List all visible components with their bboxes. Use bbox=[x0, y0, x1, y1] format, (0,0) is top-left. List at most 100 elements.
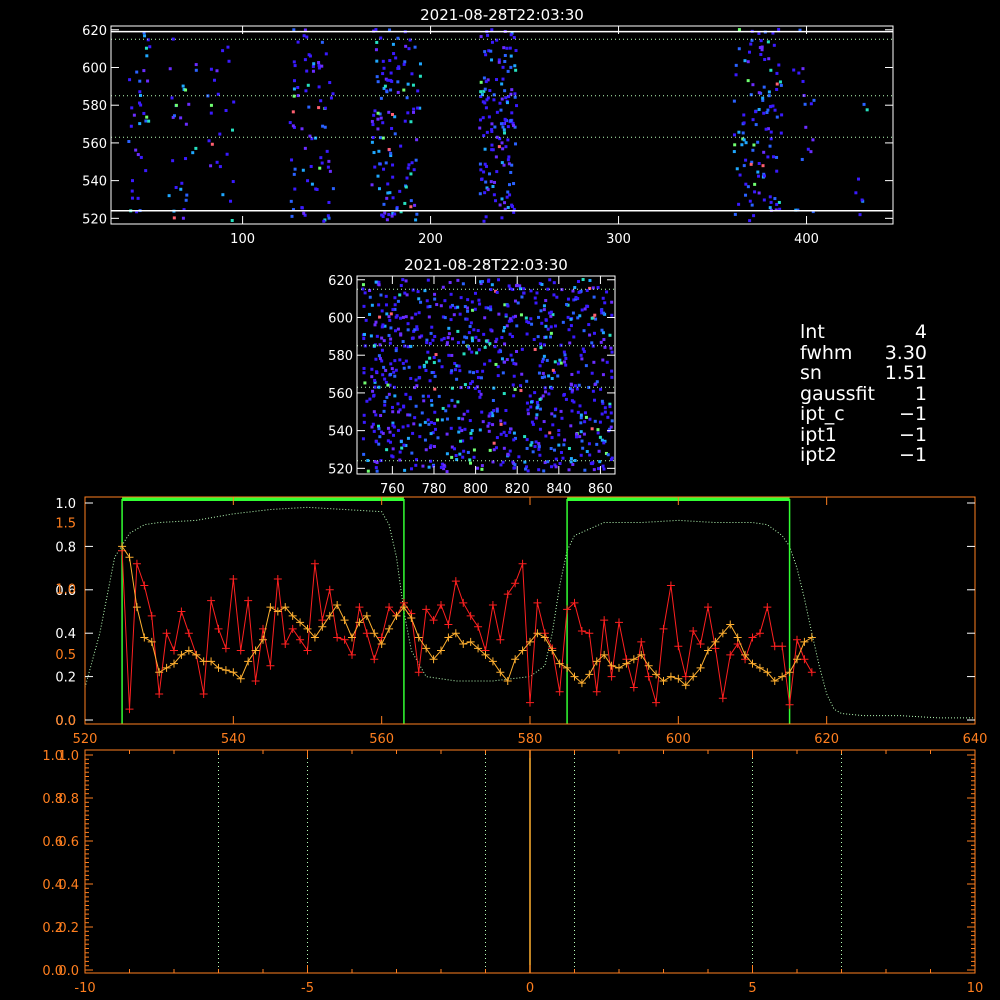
data-spot bbox=[301, 168, 305, 172]
data-spot bbox=[492, 409, 496, 413]
data-spot bbox=[741, 131, 745, 135]
data-spot bbox=[369, 334, 373, 338]
data-spot bbox=[500, 216, 504, 220]
data-spot bbox=[485, 130, 489, 134]
data-spot bbox=[406, 82, 410, 86]
data-spot bbox=[374, 48, 378, 52]
data-spot bbox=[606, 453, 610, 457]
data-spot bbox=[502, 326, 506, 330]
data-spot bbox=[375, 460, 379, 464]
data-spot bbox=[588, 453, 592, 457]
y-tick-label: 0.2 bbox=[55, 671, 76, 686]
red-series-point bbox=[429, 616, 438, 625]
data-spot bbox=[506, 138, 510, 142]
data-spot bbox=[229, 199, 233, 203]
data-spot bbox=[570, 372, 574, 376]
data-spot bbox=[598, 435, 602, 439]
data-spot bbox=[499, 122, 503, 126]
data-spot bbox=[391, 308, 395, 312]
data-spot bbox=[389, 88, 393, 92]
orange-series-point bbox=[266, 603, 275, 612]
data-spot bbox=[458, 452, 462, 456]
data-spot bbox=[491, 185, 495, 189]
data-spot bbox=[598, 460, 602, 464]
data-spot bbox=[396, 410, 400, 414]
data-spot bbox=[509, 353, 513, 357]
data-spot bbox=[412, 168, 416, 172]
y-tick-label: 560 bbox=[328, 387, 353, 402]
data-spot bbox=[759, 39, 763, 43]
param-label: lnt bbox=[800, 321, 825, 343]
data-spot bbox=[737, 47, 741, 51]
data-spot bbox=[424, 448, 428, 452]
data-spot bbox=[436, 418, 440, 422]
data-spot bbox=[409, 467, 413, 471]
red-series-point bbox=[503, 590, 512, 599]
data-spot bbox=[512, 36, 516, 40]
data-spot bbox=[327, 200, 331, 204]
data-spot bbox=[507, 183, 511, 187]
data-spot bbox=[389, 337, 393, 341]
data-spot bbox=[179, 116, 183, 120]
red-series-point bbox=[800, 655, 809, 664]
data-spot bbox=[535, 406, 539, 410]
data-spot bbox=[461, 340, 465, 344]
data-spot bbox=[391, 42, 395, 46]
data-spot bbox=[501, 77, 505, 81]
data-spot bbox=[396, 90, 400, 94]
data-spot bbox=[490, 143, 494, 147]
data-spot bbox=[144, 46, 148, 50]
data-spot bbox=[414, 158, 418, 162]
data-spot bbox=[742, 164, 746, 168]
y-tick-label: 1.0 bbox=[42, 749, 63, 764]
data-spot bbox=[769, 137, 773, 141]
data-spot bbox=[441, 406, 445, 410]
data-spot bbox=[370, 183, 374, 187]
data-spot bbox=[393, 359, 397, 363]
data-spot bbox=[479, 392, 483, 396]
data-spot bbox=[546, 327, 550, 331]
data-spot bbox=[751, 148, 755, 152]
data-spot bbox=[414, 312, 418, 316]
data-spot bbox=[569, 317, 573, 321]
data-spot bbox=[526, 469, 530, 473]
data-spot bbox=[558, 461, 562, 465]
data-spot bbox=[406, 166, 410, 170]
orange-series-point bbox=[459, 640, 468, 649]
data-spot bbox=[377, 303, 381, 307]
data-spot bbox=[461, 455, 465, 459]
data-spot bbox=[130, 106, 134, 110]
orange-series-point bbox=[451, 629, 460, 638]
data-spot bbox=[402, 62, 406, 66]
data-spot bbox=[390, 454, 394, 458]
data-spot bbox=[767, 57, 771, 61]
data-spot bbox=[306, 179, 310, 183]
data-spot bbox=[508, 46, 512, 50]
data-spot bbox=[409, 205, 413, 209]
data-spot bbox=[500, 97, 504, 101]
data-spot bbox=[578, 435, 582, 439]
data-spot bbox=[538, 364, 542, 368]
data-spot bbox=[311, 64, 315, 68]
data-spot bbox=[413, 328, 417, 332]
data-spot bbox=[767, 90, 771, 94]
data-spot bbox=[410, 72, 414, 76]
data-spot bbox=[747, 50, 751, 54]
red-series-point bbox=[770, 642, 779, 651]
data-spot bbox=[184, 88, 188, 92]
data-spot bbox=[402, 88, 406, 92]
data-spot bbox=[498, 101, 502, 105]
y-tick-label: 620 bbox=[328, 274, 353, 289]
data-spot bbox=[479, 80, 483, 84]
data-spot bbox=[440, 365, 444, 369]
data-spot bbox=[600, 399, 604, 403]
y-tick-label: 0.8 bbox=[42, 792, 63, 807]
data-spot bbox=[409, 172, 413, 176]
data-spot bbox=[743, 59, 747, 63]
data-spot bbox=[393, 296, 397, 300]
data-spot bbox=[608, 333, 612, 337]
data-spot bbox=[534, 301, 538, 305]
data-spot bbox=[551, 423, 555, 427]
data-spot bbox=[456, 341, 460, 345]
data-spot bbox=[503, 60, 507, 64]
